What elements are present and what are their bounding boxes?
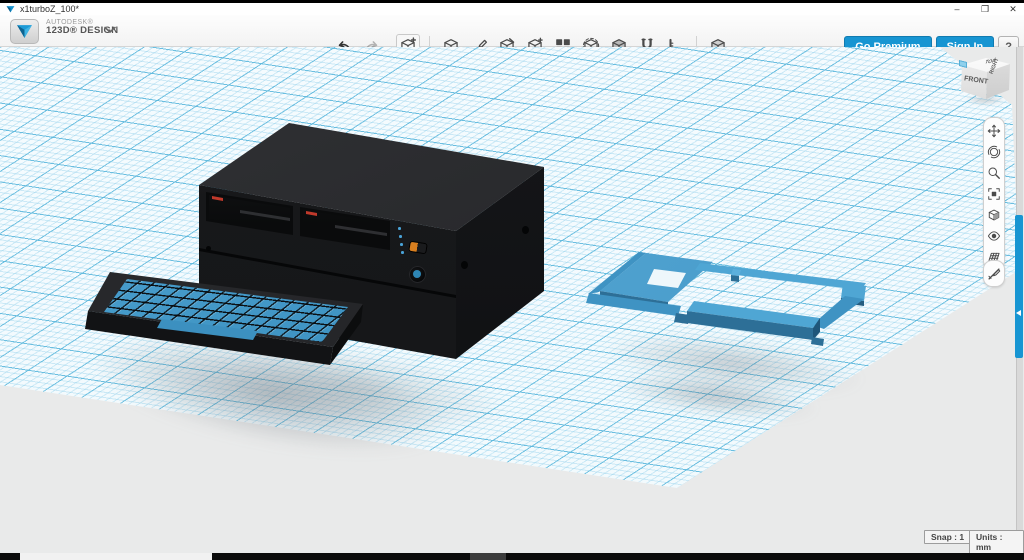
visibility-view-button[interactable] [986, 227, 1003, 244]
3d-viewport[interactable]: TOP FRONT RIGHT Snap : 1 Units : mm [0, 47, 1024, 553]
case-led-2 [399, 235, 402, 238]
view-tools-panel-2 [983, 260, 1005, 287]
zoom-icon [987, 166, 1001, 180]
main-toolbar: AUTODESK® 123D® DESIGN Go Premium Sign I… [0, 15, 1024, 47]
minimize-button[interactable]: – [950, 3, 964, 15]
panel-collapse-arrow-icon[interactable] [1016, 310, 1021, 316]
pan-view-button[interactable] [986, 122, 1003, 139]
case-side-hole-1 [522, 226, 529, 234]
orbit-view-button[interactable] [986, 143, 1003, 160]
os-taskbar[interactable] [0, 553, 1024, 560]
taskbar-button-segment[interactable] [470, 553, 506, 560]
case-led-4 [401, 251, 404, 254]
window-controls: – ❐ ✕ [950, 3, 1020, 15]
case-front-hole [206, 246, 211, 251]
sketch-visibility-view-button[interactable] [986, 265, 1003, 282]
view-cube[interactable]: TOP FRONT RIGHT [956, 55, 1016, 113]
pan-icon [987, 124, 1001, 138]
shade-view-button[interactable] [986, 206, 1003, 223]
case-led-3 [400, 243, 403, 246]
autodesk-123d-logo[interactable] [10, 19, 39, 44]
close-button[interactable]: ✕ [1006, 3, 1020, 15]
case-led-1 [398, 227, 401, 230]
window-title-bar: x1turboZ_100* – ❐ ✕ [0, 3, 1024, 15]
snap-setting[interactable]: Snap : 1 [924, 530, 971, 544]
visibility-icon [987, 229, 1001, 243]
view-tools-panel [983, 117, 1005, 270]
units-setting[interactable]: Units : mm [969, 530, 1024, 553]
sketch-visibility-icon [987, 267, 1001, 281]
fit-icon [987, 187, 1001, 201]
taskbar-app-segment[interactable] [20, 553, 212, 560]
view-cube-corner-highlight[interactable] [959, 60, 967, 68]
chevron-down-icon[interactable] [104, 26, 116, 34]
zoom-view-button[interactable] [986, 164, 1003, 181]
app-icon [6, 5, 15, 14]
fit-view-button[interactable] [986, 185, 1003, 202]
reset-button [413, 270, 421, 278]
right-scrollbar-thumb[interactable] [1015, 215, 1023, 358]
restore-button[interactable]: ❐ [978, 3, 992, 15]
shade-icon [987, 208, 1001, 222]
case-side-hole-2 [461, 261, 468, 269]
orbit-icon [987, 145, 1001, 159]
document-title: x1turboZ_100* [20, 3, 79, 15]
